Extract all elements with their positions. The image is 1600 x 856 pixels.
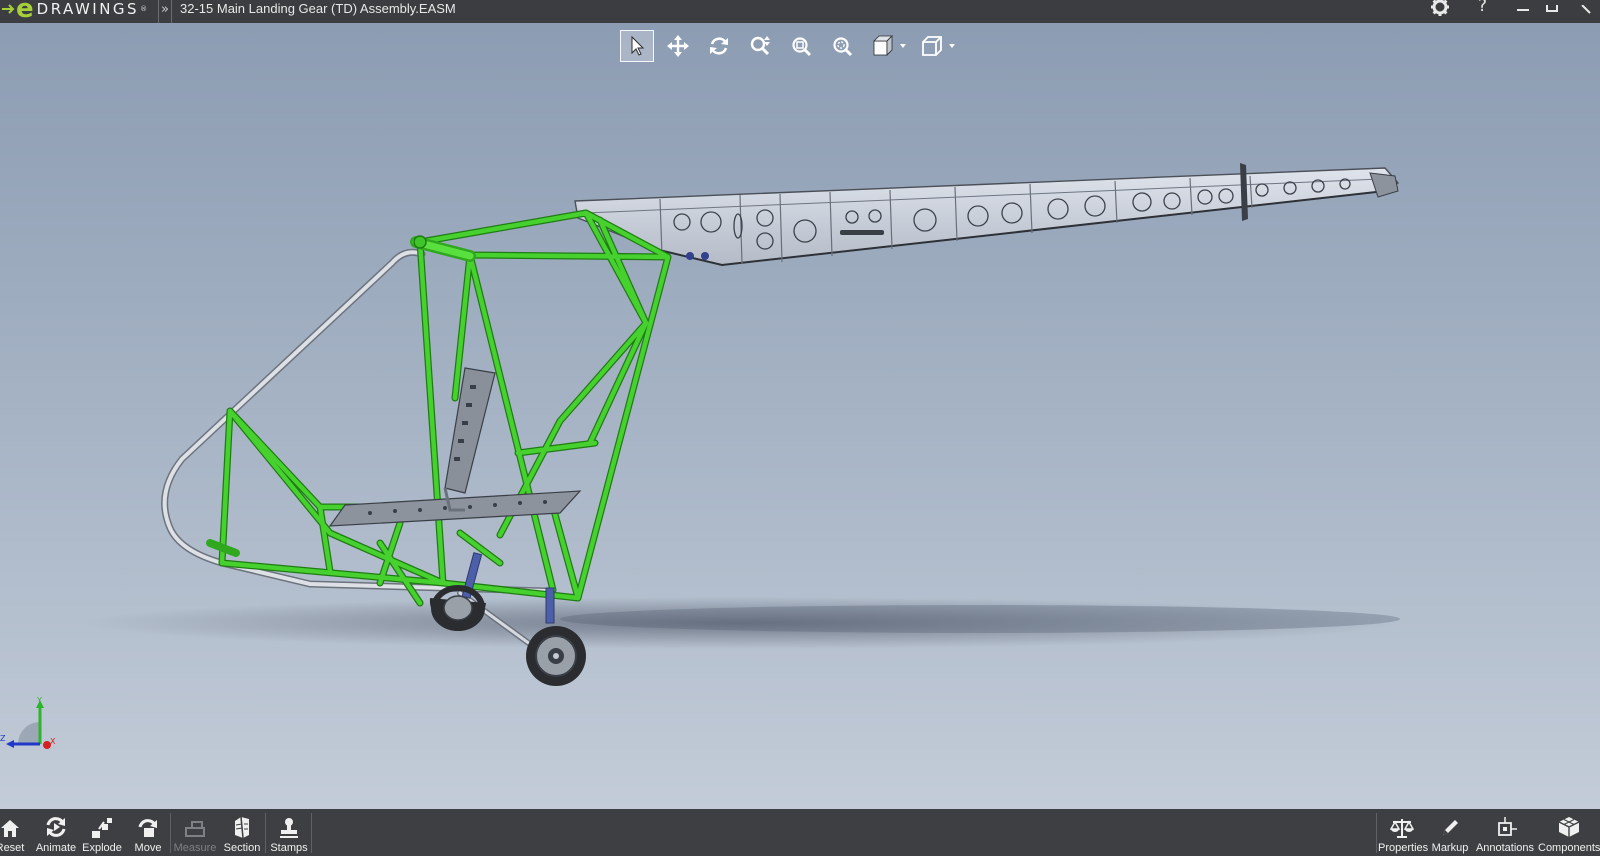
properties-button[interactable]: Properties bbox=[1378, 809, 1429, 856]
help-button[interactable]: ? bbox=[1478, 0, 1494, 23]
triad-x-label: X bbox=[50, 737, 56, 746]
home-icon bbox=[1, 820, 19, 837]
aluminum-tube[interactable] bbox=[161, 248, 549, 658]
components-label: Components bbox=[1538, 842, 1600, 854]
move-label: Move bbox=[134, 842, 162, 854]
toolbar-separator bbox=[265, 813, 266, 853]
main-wheel[interactable] bbox=[526, 626, 586, 686]
logo-registered: ® bbox=[140, 5, 148, 13]
move-button[interactable]: Move bbox=[130, 809, 166, 856]
animate-icon bbox=[46, 817, 66, 837]
measure-button[interactable]: Measure bbox=[172, 809, 218, 856]
markup-button[interactable]: Markup bbox=[1430, 809, 1470, 856]
annotations-button[interactable]: Annotations bbox=[1474, 809, 1536, 856]
animate-label: Animate bbox=[35, 842, 77, 854]
move-component-icon bbox=[138, 819, 157, 837]
explode-icon bbox=[92, 818, 112, 838]
markup-label: Markup bbox=[1431, 842, 1469, 854]
explode-button[interactable]: Explode bbox=[82, 809, 122, 856]
minimize-button[interactable] bbox=[1513, 0, 1535, 23]
assembly-model[interactable] bbox=[0, 23, 1600, 809]
section-button[interactable]: Section bbox=[220, 809, 264, 856]
axis-triad: Y Z X bbox=[0, 694, 62, 756]
document-title: 32-15 Main Landing Gear (TD) Assembly.EA… bbox=[180, 1, 456, 16]
stamps-button[interactable]: Stamps bbox=[267, 809, 311, 856]
toolbar-separator bbox=[311, 813, 312, 853]
animate-button[interactable]: Animate bbox=[34, 809, 78, 856]
graphics-viewport[interactable]: Y Z X bbox=[0, 23, 1600, 809]
axis-triad-icon: Y Z X bbox=[0, 696, 56, 749]
triad-y-label: Y bbox=[36, 696, 42, 705]
maximize-icon bbox=[1546, 0, 1558, 12]
toolbar-separator bbox=[170, 813, 171, 853]
title-bar: e DRAWINGS ® » 32-15 Main Landing Gear (… bbox=[0, 0, 1600, 23]
close-button[interactable] bbox=[1576, 0, 1600, 23]
settings-button[interactable] bbox=[1430, 0, 1454, 23]
reset-button[interactable]: Reset bbox=[0, 809, 28, 856]
title-chevron-button[interactable]: » bbox=[158, 0, 172, 23]
logo-arrow-icon bbox=[2, 4, 15, 14]
pencil-icon bbox=[1443, 820, 1458, 835]
section-label: Section bbox=[223, 842, 261, 854]
triad-z-label: Z bbox=[0, 734, 6, 743]
reset-label: Reset bbox=[0, 842, 25, 854]
measure-icon bbox=[185, 821, 205, 837]
logo-e: e bbox=[16, 0, 34, 24]
section-icon bbox=[235, 816, 249, 839]
fuselage-frame[interactable] bbox=[206, 209, 672, 607]
tail-cone[interactable] bbox=[574, 163, 1400, 267]
logo-wordmark: DRAWINGS bbox=[36, 0, 140, 18]
help-icon: ? bbox=[1478, 0, 1488, 16]
annotation-icon bbox=[1498, 817, 1517, 836]
gear-icon bbox=[1431, 0, 1449, 16]
toolbar-separator bbox=[1376, 813, 1377, 853]
stamps-label: Stamps bbox=[270, 842, 308, 854]
ground-shadow-core bbox=[560, 605, 1400, 633]
maximize-button[interactable] bbox=[1542, 0, 1564, 23]
bottom-toolbar: Reset Animate Explode Move Measure Secti… bbox=[0, 809, 1600, 856]
stamp-icon bbox=[280, 818, 298, 838]
annotations-label: Annotations bbox=[1475, 842, 1535, 854]
scales-icon bbox=[1390, 819, 1414, 838]
measure-label: Measure bbox=[173, 842, 217, 854]
components-icon bbox=[1558, 817, 1580, 837]
close-icon bbox=[1581, 4, 1591, 14]
explode-label: Explode bbox=[82, 842, 122, 854]
components-button[interactable]: Components bbox=[1538, 809, 1600, 856]
app-logo: e DRAWINGS ® bbox=[2, 0, 147, 22]
properties-label: Properties bbox=[1378, 842, 1429, 854]
minimize-icon bbox=[1517, 9, 1529, 11]
